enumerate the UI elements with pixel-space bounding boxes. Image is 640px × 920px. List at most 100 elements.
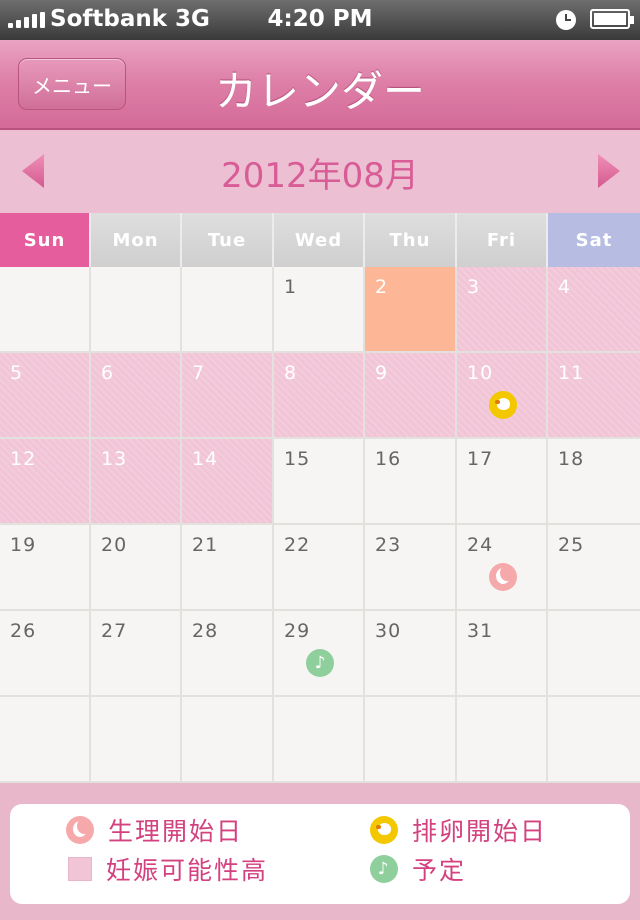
calendar-day-20[interactable]: 20 [91,525,182,611]
day-number: 4 [558,276,572,298]
calendar-empty-cell [274,697,365,783]
weekday-tue: Tue [182,213,274,267]
day-number: 29 [284,620,311,642]
status-time: 4:20 PM [267,6,373,32]
calendar-day-8[interactable]: 8 [274,353,365,439]
day-number: 30 [375,620,402,642]
calendar-day-21[interactable]: 21 [182,525,274,611]
weekday-sat: Sat [548,213,640,267]
calendar-day-23[interactable]: 23 [365,525,457,611]
legend-label-fertility: 妊娠可能性高 [106,856,269,885]
day-number: 1 [284,276,298,298]
weekday-header: Sun Mon Tue Wed Thu Fri Sat [0,213,640,267]
calendar-day-15[interactable]: 15 [274,439,365,525]
legend-label-schedule: 予定 [412,856,467,885]
battery-icon [590,9,634,29]
calendar-day-31[interactable]: 31 [457,611,548,697]
calendar-day-16[interactable]: 16 [365,439,457,525]
day-number: 25 [558,534,585,556]
day-number: 18 [558,448,585,470]
fertility-swatch [68,857,92,881]
calendar-day-28[interactable]: 28 [182,611,274,697]
weekday-mon: Mon [91,213,182,267]
day-number: 13 [101,448,128,470]
calendar-day-4[interactable]: 4 [548,267,640,353]
legend-item-fertility: 妊娠可能性高 [68,851,268,887]
legend: 生理開始日 排卵開始日 妊娠可能性高 ♪ 予定 [10,804,630,904]
moon-icon [489,563,517,591]
chick-icon [489,391,517,419]
day-number: 15 [284,448,311,470]
calendar-day-26[interactable]: 26 [0,611,91,697]
month-selector: 2012年08月 [0,130,640,213]
day-number: 5 [10,362,24,384]
calendar-day-10[interactable]: 10 [457,353,548,439]
day-number: 10 [467,362,494,384]
page-title: カレンダー [214,67,425,116]
calendar-empty-cell [182,697,274,783]
calendar-empty-cell [91,267,182,353]
calendar-empty-cell [548,611,640,697]
calendar-day-3[interactable]: 3 [457,267,548,353]
month-label: 2012年08月 [221,156,419,196]
calendar-day-7[interactable]: 7 [182,353,274,439]
day-number: 7 [192,362,206,384]
day-number: 8 [284,362,298,384]
calendar-empty-cell [365,697,457,783]
legend-label-ovulation: 排卵開始日 [412,817,548,846]
day-number: 9 [375,362,389,384]
calendar-day-19[interactable]: 19 [0,525,91,611]
day-number: 6 [101,362,115,384]
calendar-empty-cell [457,697,548,783]
calendar-empty-cell [91,697,182,783]
clock-icon [556,10,576,30]
day-number: 26 [10,620,37,642]
calendar-day-30[interactable]: 30 [365,611,457,697]
calendar-day-24[interactable]: 24 [457,525,548,611]
legend-item-period: 生理開始日 [66,812,243,848]
calendar-day-18[interactable]: 18 [548,439,640,525]
legend-item-schedule: ♪ 予定 [370,851,466,887]
calendar-day-29[interactable]: 29 ♪ [274,611,365,697]
day-number: 19 [10,534,37,556]
calendar-day-22[interactable]: 22 [274,525,365,611]
calendar-day-9[interactable]: 9 [365,353,457,439]
calendar-grid: 1 2 3 4 5 6 7 8 9 10 11 12 13 14 15 16 17 18 19 20 21 22 23 24 2… [0,267,640,783]
day-number: 21 [192,534,219,556]
calendar-day-17[interactable]: 17 [457,439,548,525]
calendar-day-25[interactable]: 25 [548,525,640,611]
calendar-day-6[interactable]: 6 [91,353,182,439]
calendar-day-1[interactable]: 1 [274,267,365,353]
day-number: 31 [467,620,494,642]
navigation-bar: メニュー カレンダー [0,40,640,130]
day-number: 3 [467,276,481,298]
weekday-sun: Sun [0,213,91,267]
calendar-day-12[interactable]: 12 [0,439,91,525]
day-number: 23 [375,534,402,556]
next-month-button[interactable] [596,152,622,190]
moon-icon [66,816,94,844]
calendar-empty-cell [0,267,91,353]
day-number: 12 [10,448,37,470]
legend-area: 生理開始日 排卵開始日 妊娠可能性高 ♪ 予定 [0,783,640,920]
day-number: 16 [375,448,402,470]
music-note-icon: ♪ [306,649,334,677]
music-note-icon: ♪ [370,855,398,883]
day-number: 11 [558,362,585,384]
calendar-empty-cell [548,697,640,783]
day-number: 24 [467,534,494,556]
calendar-empty-cell [0,697,91,783]
calendar-day-11[interactable]: 11 [548,353,640,439]
calendar-day-14[interactable]: 14 [182,439,274,525]
weekday-wed: Wed [274,213,365,267]
day-number: 22 [284,534,311,556]
legend-item-ovulation: 排卵開始日 [370,812,547,848]
day-number: 20 [101,534,128,556]
day-number: 17 [467,448,494,470]
calendar-day-2[interactable]: 2 [365,267,457,353]
chick-icon [370,816,398,844]
calendar-day-5[interactable]: 5 [0,353,91,439]
calendar-day-13[interactable]: 13 [91,439,182,525]
weekday-thu: Thu [365,213,457,267]
calendar-day-27[interactable]: 27 [91,611,182,697]
